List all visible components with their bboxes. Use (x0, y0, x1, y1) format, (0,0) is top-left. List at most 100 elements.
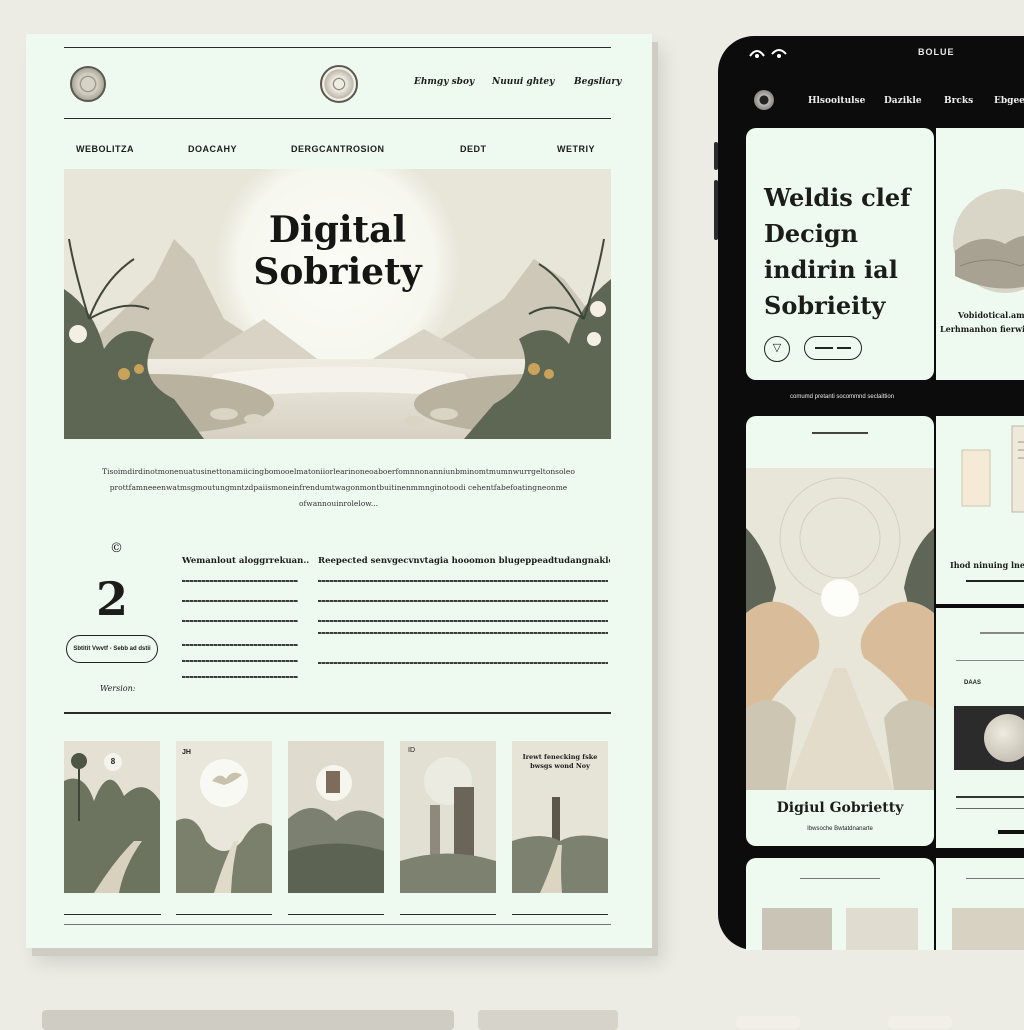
feature-card-subtitle: Ibwsoche Bwtatdnanarte (807, 826, 873, 832)
text-line (956, 808, 1024, 809)
emblem-logo-icon[interactable] (70, 66, 106, 102)
mobile-hero-title-line-2: Decign (764, 219, 859, 248)
text-line (182, 580, 298, 582)
signal-icon (749, 49, 787, 58)
feature-card-title: Digiul Gobrietty (776, 800, 904, 816)
side-caption: Ihod ninuing lnetloo (950, 560, 1024, 570)
desk-object (888, 1016, 952, 1028)
nav-top-rule (64, 118, 611, 119)
bird-sun-illustration (176, 741, 272, 893)
side-card-caption-1: Vobidotical.am (958, 310, 1024, 320)
thumbnail-rule (288, 914, 384, 915)
mobile-hero-title-line-3: indirin ial (764, 255, 898, 284)
column1-heading: Wemanlout aloggrrekuan.. (182, 556, 310, 566)
intro-line-1: Tisoimdirdinotmonenuatusinettonamiicingb… (102, 467, 575, 476)
dunes-illustration (953, 189, 1024, 293)
text-line (998, 830, 1024, 834)
mobile-device: BOLUE Hlsooitulse Dazikle Brcks Ebgee We… (714, 36, 1024, 950)
thumbnail-badge: JH (182, 749, 191, 756)
slider-icon[interactable] (804, 336, 862, 360)
thumbnail-badge: 8 (104, 753, 122, 771)
text-line (812, 432, 868, 434)
hero-banner: Digital Sobriety (64, 169, 611, 439)
top-link-1[interactable]: Ehmgy sboy (414, 77, 474, 87)
notepad-glass-illustration (961, 425, 1024, 513)
text-line (182, 620, 298, 622)
text-line (182, 644, 298, 646)
nav-item-2[interactable]: DOACAHY (188, 144, 237, 154)
text-line (956, 660, 1024, 661)
seal-logo-icon[interactable] (320, 65, 358, 103)
thumbnail-card[interactable]: ID (400, 741, 496, 893)
mobile-bottom-card-2[interactable] (936, 858, 1024, 950)
nav-item-5[interactable]: WETRIY (557, 144, 595, 154)
side-label: DAAS (964, 680, 982, 686)
top-link-2[interactable]: Nuuui ghtey (492, 77, 554, 87)
thumbnail-caption: Irewt fenecking fske bwsgs wond Noy (522, 753, 598, 770)
thumbnail-card[interactable]: JH (176, 741, 272, 893)
between-caption: comumd pretanti socommnd seclaittion (790, 394, 895, 400)
moon-image (954, 706, 1024, 770)
mobile-hero-title-line-1: Weldis clef (764, 183, 911, 212)
side-card-caption-2: Lerhmanhon fierwit.Boc (940, 324, 1024, 334)
mobile-nav-item-2[interactable]: Dazikle (884, 96, 922, 106)
desk-object (736, 1016, 800, 1028)
hands-orb-illustration (746, 468, 934, 790)
intro-line-3: ofwannouinrolelow... (299, 499, 378, 508)
text-line (182, 660, 298, 662)
mobile-side-card-3[interactable]: DAAS (936, 608, 1024, 848)
mobile-nav-item-1[interactable]: Hlsooitulse (808, 96, 865, 106)
version-label: Wersion: (100, 684, 136, 693)
top-link-3[interactable]: Begsliary (574, 77, 621, 87)
copyright-icon: © (110, 541, 123, 556)
text-line (182, 600, 298, 602)
compass-icon[interactable]: ▽ (764, 336, 790, 362)
mobile-hero-title: Weldis clef Decign indirin ial Sobrieity (764, 180, 910, 324)
thumbnail-rule (176, 914, 272, 915)
doorway-illustration (288, 741, 384, 893)
top-rule (64, 47, 611, 48)
counter-number: 2 (96, 572, 129, 626)
mobile-nav-item-3[interactable]: Brcks (944, 96, 973, 106)
hero-title-line-1: Digital (268, 209, 407, 251)
text-line (966, 580, 1024, 582)
status-title: BOLUE (918, 47, 955, 57)
section-rule (64, 712, 611, 714)
mobile-bottom-card[interactable] (746, 858, 934, 950)
mobile-feature-card[interactable]: Digiul Gobrietty Ibwsoche Bwtatdnanarte (746, 416, 934, 846)
mobile-hero-title-line-4: Sobrieity (764, 291, 886, 320)
column2-heading: Reepected senvgecvnvtagia hooomon blugep… (318, 556, 610, 566)
mobile-nav-item-4[interactable]: Ebgee (994, 96, 1024, 106)
keyboard (42, 1010, 454, 1030)
thumbnail-rule (400, 914, 496, 915)
thumbnail-card[interactable] (288, 741, 384, 893)
nav-item-3[interactable]: DERGCANTROSION (291, 144, 385, 154)
text-line (980, 632, 1024, 634)
thumbnail-rule (512, 914, 608, 915)
footer-rule (64, 924, 611, 925)
text-line (318, 580, 608, 582)
thumbnail-card[interactable]: 8 (64, 741, 160, 893)
text-line (318, 620, 608, 622)
text-line (318, 632, 608, 634)
device-side-button (714, 142, 718, 170)
moon-icon (984, 714, 1024, 762)
thumbnail-card[interactable]: Irewt fenecking fske bwsgs wond Noy (512, 741, 608, 893)
hero-title-line-2: Sobriety (253, 251, 422, 293)
hero-title: Digital Sobriety (214, 209, 461, 293)
nav-item-1[interactable]: WEBOLITZA (76, 144, 134, 154)
camera-icon[interactable] (754, 90, 774, 110)
text-line (956, 796, 1024, 798)
mobile-side-card-2[interactable]: Ihod ninuing lnetloo (936, 416, 1024, 604)
intro-line-2: prottfamneeenwatmsgmoutungmntzdpaiismone… (109, 483, 568, 492)
mobile-side-card[interactable]: Vobidotical.am Lerhmanhon fierwit.Boc (936, 128, 1024, 380)
device-side-button (714, 180, 718, 240)
thumbnail-badge: ID (408, 747, 415, 754)
pill-button[interactable]: Sbtitit Vwvtf - Sebb ad dstii (66, 635, 158, 663)
text-line (182, 676, 298, 678)
desktop-page: Ehmgy sboy Nuuui ghtey Begsliary WEBOLIT… (26, 34, 652, 948)
thumbnail-rule (64, 914, 161, 915)
mobile-hero-card[interactable]: Weldis clef Decign indirin ial Sobrieity… (746, 128, 934, 380)
nav-item-4[interactable]: DEDT (460, 144, 487, 154)
text-line (318, 662, 608, 664)
